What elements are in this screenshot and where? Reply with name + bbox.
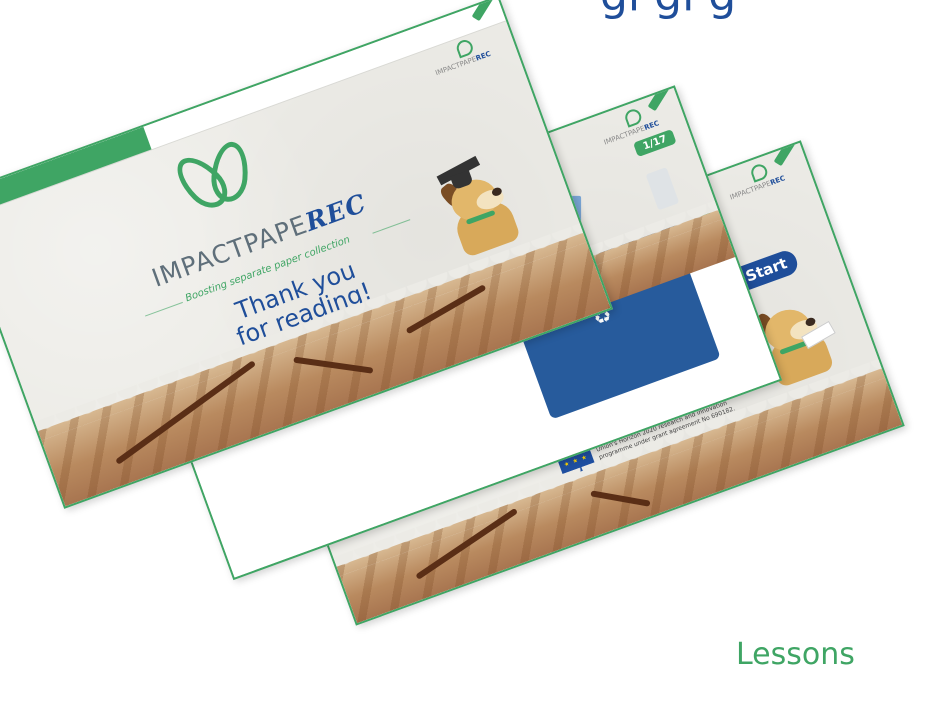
lessons-caption: Lessons: [736, 637, 855, 672]
partial-heading: gi gi g: [600, 0, 736, 21]
